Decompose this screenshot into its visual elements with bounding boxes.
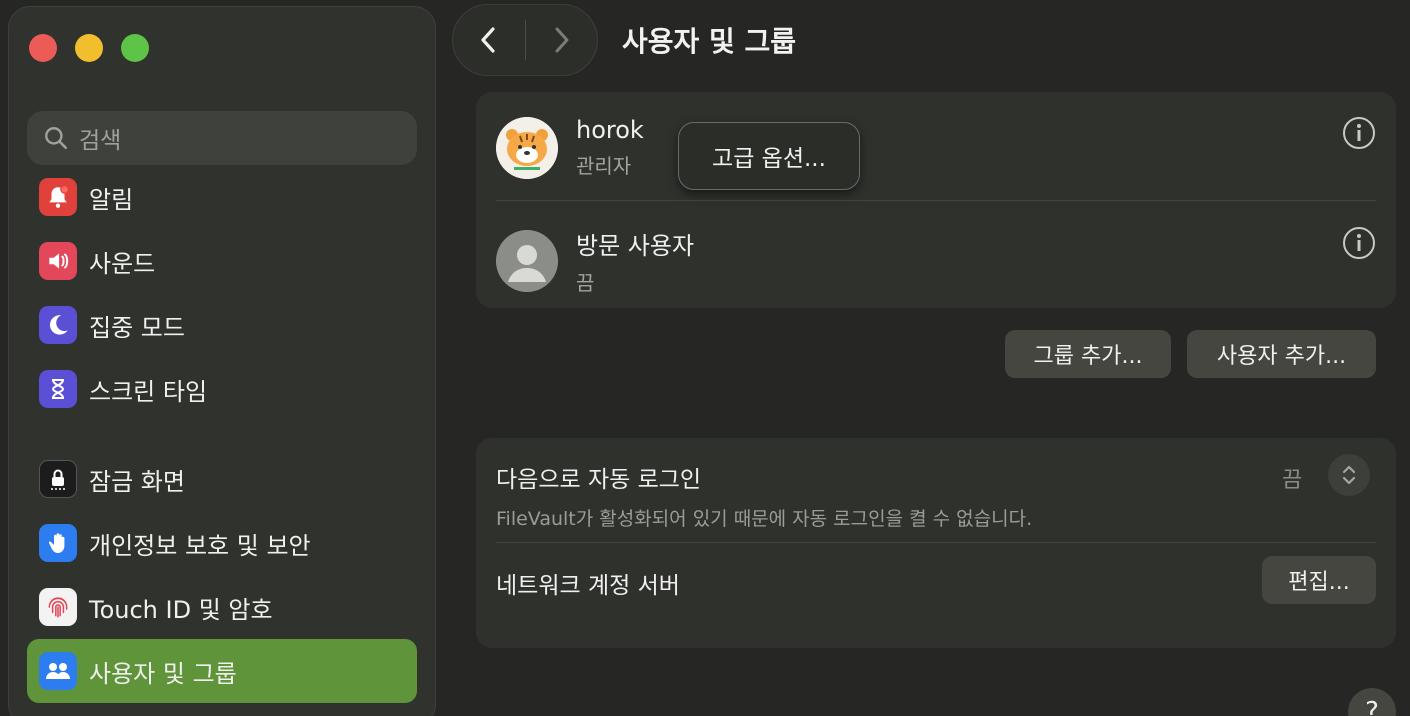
add-group-button[interactable]: 그룹 추가... (1005, 330, 1171, 378)
row-divider (496, 542, 1376, 543)
user-row-horok[interactable]: horok 관리자 (496, 116, 1376, 179)
bell-icon (39, 178, 77, 216)
search-input[interactable]: 검색 (27, 111, 417, 165)
lock-icon (39, 460, 77, 498)
sidebar-item-label: 개인정보 보호 및 보안 (89, 531, 311, 560)
fingerprint-icon (39, 588, 77, 626)
chevron-updown-icon (1342, 465, 1356, 485)
users-icon (39, 652, 77, 690)
page-title: 사용자 및 그룹 (622, 25, 797, 58)
hourglass-icon (39, 370, 77, 408)
sidebar-item-label: 스크린 타임 (89, 377, 208, 406)
auto-login-subtitle: FileVault가 활성화되어 있기 때문에 자동 로그인을 켤 수 없습니다… (496, 508, 1033, 530)
edit-button[interactable]: 편집... (1262, 556, 1376, 604)
navigation-buttons (452, 4, 598, 76)
settings-window: 검색 알림 사운드 집중 모드 스크린 타임 잠금 화면 개인정보 보호 및 보… (0, 0, 1410, 716)
sidebar-item-users-groups[interactable]: 사용자 및 그룹 (27, 639, 417, 703)
add-user-button[interactable]: 사용자 추가... (1187, 330, 1376, 378)
guest-avatar (496, 230, 558, 292)
zoom-button[interactable] (121, 34, 149, 62)
sidebar: 검색 알림 사운드 집중 모드 스크린 타임 잠금 화면 개인정보 보호 및 보… (8, 6, 436, 716)
hand-icon (39, 524, 77, 562)
search-placeholder: 검색 (79, 128, 122, 154)
forward-button[interactable] (526, 4, 598, 76)
sidebar-item-label: Touch ID 및 암호 (89, 595, 273, 624)
auto-login-popup[interactable] (1328, 454, 1370, 496)
user-name: horok (576, 116, 644, 144)
sidebar-item-lock-screen[interactable]: 잠금 화면 (27, 451, 417, 507)
user-role: 관리자 (576, 154, 632, 178)
sidebar-item-focus[interactable]: 집중 모드 (27, 297, 417, 353)
sidebar-item-label: 집중 모드 (89, 313, 185, 342)
users-card: horok 관리자 방문 사용자 끔 (476, 92, 1396, 308)
moon-icon (39, 306, 77, 344)
sidebar-item-label: 알림 (89, 185, 134, 214)
auto-login-value: 끔 (1282, 468, 1303, 493)
login-settings-card: 다음으로 자동 로그인 FileVault가 활성화되어 있기 때문에 자동 로… (476, 438, 1396, 648)
sidebar-item-label: 사용자 및 그룹 (89, 659, 237, 688)
network-server-title: 네트워크 계정 서버 (496, 573, 680, 599)
sidebar-item-label: 잠금 화면 (89, 467, 185, 496)
sidebar-item-privacy[interactable]: 개인정보 보호 및 보안 (27, 515, 417, 571)
chevron-right-icon (555, 27, 569, 53)
close-button[interactable] (29, 34, 57, 62)
tiger-avatar (496, 116, 558, 179)
help-button[interactable]: ? (1348, 688, 1396, 716)
window-controls (29, 34, 149, 62)
advanced-options-button[interactable]: 고급 옵션... (678, 122, 860, 190)
sidebar-item-label: 사운드 (89, 249, 156, 278)
row-divider (496, 200, 1376, 201)
search-icon (45, 127, 68, 150)
auto-login-row: 다음으로 자동 로그인 FileVault가 활성화되어 있기 때문에 자동 로… (496, 460, 1032, 531)
auto-login-title: 다음으로 자동 로그인 (496, 467, 702, 493)
minimize-button[interactable] (75, 34, 103, 62)
chevron-left-icon (481, 27, 495, 53)
user-row-guest[interactable]: 방문 사용자 끔 (496, 226, 1376, 296)
info-icon[interactable] (1342, 226, 1376, 260)
user-role: 끔 (576, 271, 595, 295)
sidebar-item-screen-time[interactable]: 스크린 타임 (27, 361, 417, 417)
speaker-icon (39, 242, 77, 280)
user-name: 방문 사용자 (576, 232, 695, 260)
sidebar-item-notifications[interactable]: 알림 (27, 169, 417, 225)
sidebar-item-touch-id[interactable]: Touch ID 및 암호 (27, 579, 417, 635)
info-icon[interactable] (1342, 116, 1376, 150)
back-button[interactable] (453, 4, 525, 76)
sidebar-item-sound[interactable]: 사운드 (27, 233, 417, 289)
